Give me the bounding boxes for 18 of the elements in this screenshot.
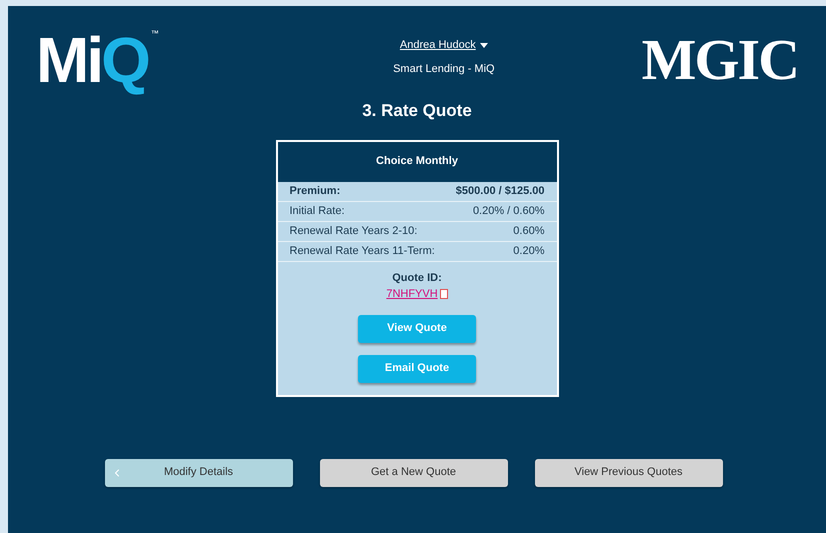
user-menu[interactable]: Andrea Hudock xyxy=(400,37,488,54)
rate-value: 0.20% / 0.60% xyxy=(472,204,544,219)
rate-label: Renewal Rate Years 11-Term: xyxy=(290,244,435,259)
footer-button[interactable]: Get a New Quote xyxy=(320,458,508,486)
rate-value: $500.00 / $125.00 xyxy=(456,184,544,199)
rate-label: Renewal Rate Years 2-10: xyxy=(290,224,418,239)
quote-id-label: Quote ID: xyxy=(392,270,442,286)
mgic-logo: MGIC xyxy=(642,32,798,88)
subtitle: Smart Lending - MiQ xyxy=(393,62,495,76)
rate-label: Premium: xyxy=(290,184,340,199)
footer-button[interactable]: Modify Details xyxy=(104,458,292,486)
rate-label: Initial Rate: xyxy=(290,204,345,219)
card-header: Choice Monthly xyxy=(278,142,556,182)
caret-icon xyxy=(480,42,488,48)
footer-button[interactable]: View Previous Quotes xyxy=(534,458,722,486)
page-title: 3. Rate Quote xyxy=(362,100,472,122)
rate-value: 0.60% xyxy=(513,224,544,239)
rate-value: 0.20% xyxy=(513,244,544,259)
